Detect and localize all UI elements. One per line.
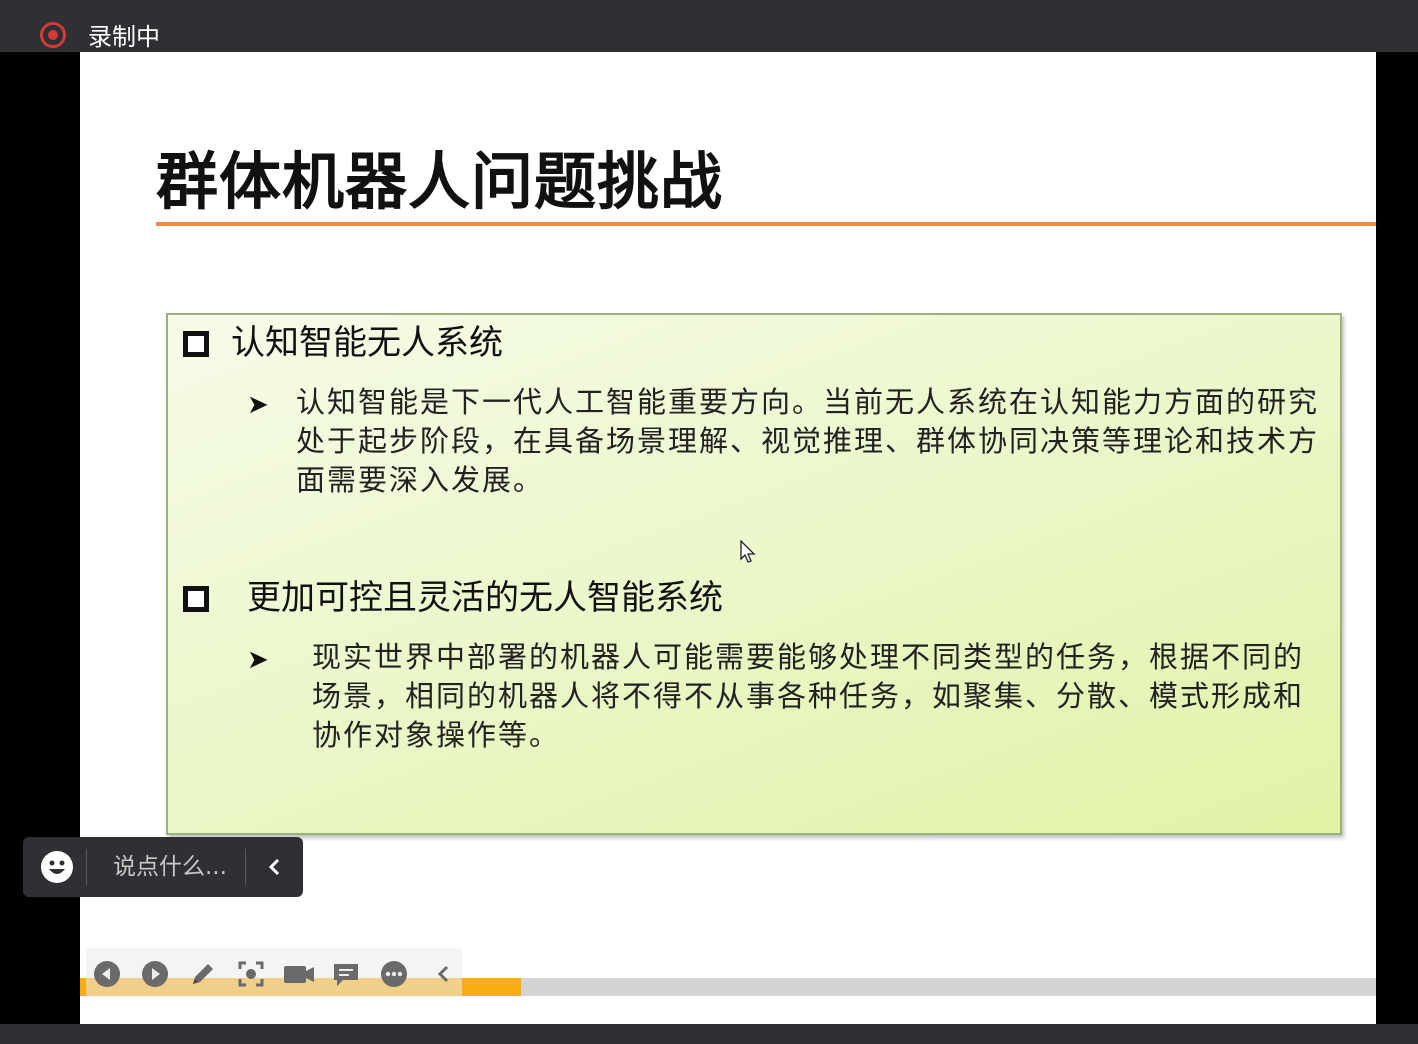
section-heading: 更加可控且灵活的无人智能系统 <box>247 578 723 618</box>
camera-icon[interactable] <box>283 960 315 988</box>
arrow-bullet-icon: ➤ <box>247 645 269 675</box>
collapse-icon[interactable] <box>430 960 458 988</box>
divider <box>245 849 246 885</box>
section-paragraph: 现实世界中部署的机器人可能需要能够处理不同类型的任务，根据不同的场景，相同的机器… <box>312 640 1305 752</box>
arrow-bullet-icon: ➤ <box>247 390 269 420</box>
bottom-bar <box>0 1024 1418 1044</box>
title-underline <box>156 222 1376 226</box>
square-bullet-icon <box>183 586 209 612</box>
letterbox-right <box>1376 52 1418 1024</box>
divider <box>86 849 87 885</box>
more-icon[interactable] <box>380 960 408 988</box>
section-paragraph: 认知智能是下一代人工智能重要方向。当前无人系统在认知能力方面的研究处于起步阶段，… <box>296 385 1320 497</box>
previous-icon[interactable] <box>93 960 121 988</box>
next-icon[interactable] <box>141 960 169 988</box>
emoji-icon[interactable] <box>40 850 74 884</box>
pen-icon[interactable] <box>189 960 217 988</box>
comment-icon[interactable] <box>332 960 360 988</box>
slide-title: 群体机器人问题挑战 <box>156 145 724 218</box>
square-bullet-icon <box>183 331 209 357</box>
recording-indicator-icon <box>40 22 66 48</box>
recording-label: 录制中 <box>88 23 160 51</box>
content-box: 认知智能无人系统 ➤ 认知智能是下一代人工智能重要方向。当前无人系统在认知能力方… <box>166 313 1342 835</box>
screenshot-icon[interactable] <box>237 960 265 988</box>
comment-input[interactable]: 说点什么... <box>113 853 227 881</box>
recording-bar: 录制中 <box>0 0 1418 52</box>
comment-bar[interactable]: 说点什么... <box>23 837 303 897</box>
section-heading: 认知智能无人系统 <box>231 323 503 363</box>
chevron-left-icon[interactable] <box>263 853 287 881</box>
